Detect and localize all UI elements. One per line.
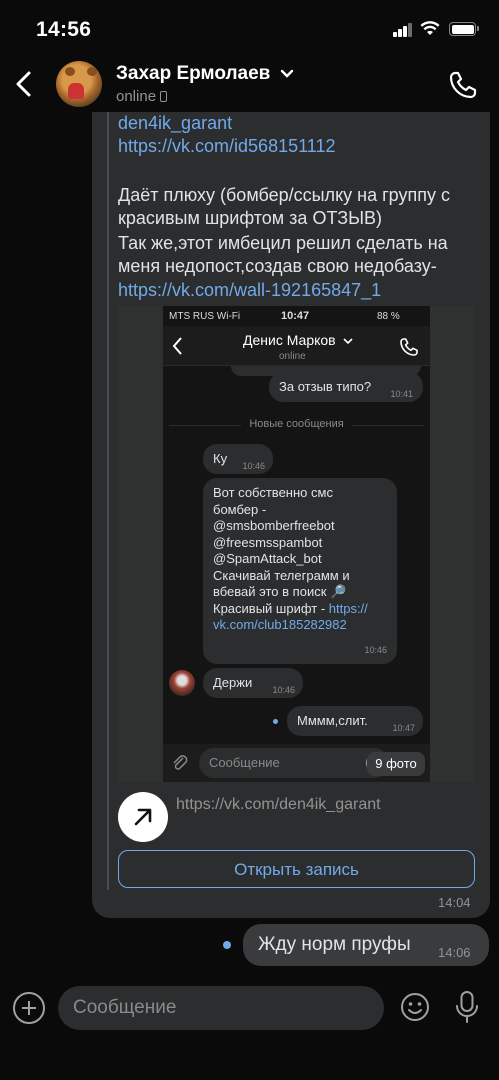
forward-quote-line	[107, 112, 109, 890]
wall-post-link[interactable]: https://vk.com/wall-192165847_1	[118, 279, 381, 303]
photo-count-badge[interactable]: 9 фото	[367, 752, 425, 776]
unread-dot	[273, 719, 278, 724]
screenshot-bubble-out: За отзыв типо? 10:41	[269, 372, 423, 402]
paperclip-icon	[173, 755, 188, 770]
share-button[interactable]	[118, 792, 168, 842]
arrow-up-right-icon	[134, 808, 152, 826]
wifi-icon	[420, 21, 440, 35]
attached-photo[interactable]: MTS RUS Wi-Fi 10:47 88 % Денис Марков on…	[118, 306, 474, 782]
outgoing-message-bubble: Жду норм пруфы 14:06	[243, 924, 489, 966]
message-text-line: Так же,этот имбецил решил сделать на	[118, 233, 448, 253]
back-icon[interactable]	[10, 66, 40, 102]
microphone-icon[interactable]	[454, 990, 480, 1024]
message-time: 14:06	[438, 945, 471, 960]
message-link-profile[interactable]: https://vk.com/id568151112	[118, 135, 335, 159]
chevron-down-icon[interactable]	[280, 69, 294, 79]
screenshot-bubble-in: Ку 10:46	[203, 444, 273, 474]
new-messages-separator: Новые сообщения	[163, 418, 430, 430]
phone-device-icon	[160, 91, 168, 102]
screenshot-bubble-in: Держи 10:46	[203, 668, 303, 698]
message-text-line: Даёт плюху (бомбер/ссылку на группу с	[118, 185, 450, 205]
plus-icon[interactable]	[13, 992, 45, 1024]
screenshot-content: MTS RUS Wi-Fi 10:47 88 % Денис Марков on…	[163, 306, 430, 782]
avatar[interactable]	[56, 61, 102, 107]
message-text-line: красивым шрифтом за ОТЗЫВ)	[118, 208, 383, 228]
unread-dot	[223, 941, 231, 949]
message-link-den4ik[interactable]: den4ik_garant	[118, 112, 232, 136]
chat-header: Захар Ермолаев online	[0, 56, 499, 112]
back-icon	[172, 337, 182, 355]
chevron-down-icon	[343, 338, 353, 345]
screenshot-chat-header: Денис Марков online	[163, 326, 430, 366]
signal-icon	[393, 23, 413, 37]
screenshot-status-bar: MTS RUS Wi-Fi 10:47 88 %	[169, 310, 400, 322]
outgoing-message-text: Жду норм пруфы	[258, 934, 411, 955]
status-bar: 14:56	[0, 0, 499, 56]
phone-icon	[400, 338, 418, 356]
battery-icon	[449, 22, 479, 36]
message-time: 14:04	[438, 895, 471, 910]
status-time: 14:56	[36, 18, 92, 41]
phone-icon[interactable]	[448, 70, 478, 100]
smile-icon[interactable]	[400, 992, 430, 1022]
contact-name[interactable]: Захар Ермолаев	[116, 63, 270, 85]
open-post-button[interactable]: Открыть запись	[118, 850, 475, 888]
message-input[interactable]: Сообщение	[58, 986, 384, 1030]
avatar	[169, 670, 195, 696]
message-text-line: меня недопост,создав свою недобазу-	[118, 256, 437, 276]
screenshot-bubble-in-long: Вот собственно смс бомбер - @smsbomberfr…	[203, 478, 397, 664]
composer-bar: Сообщение	[0, 978, 499, 1080]
contact-status: online	[116, 88, 168, 105]
share-url[interactable]: https://vk.com/den4ik_garant	[176, 796, 381, 814]
screenshot-bubble-out: Мммм,слит. 10:47	[287, 706, 423, 736]
